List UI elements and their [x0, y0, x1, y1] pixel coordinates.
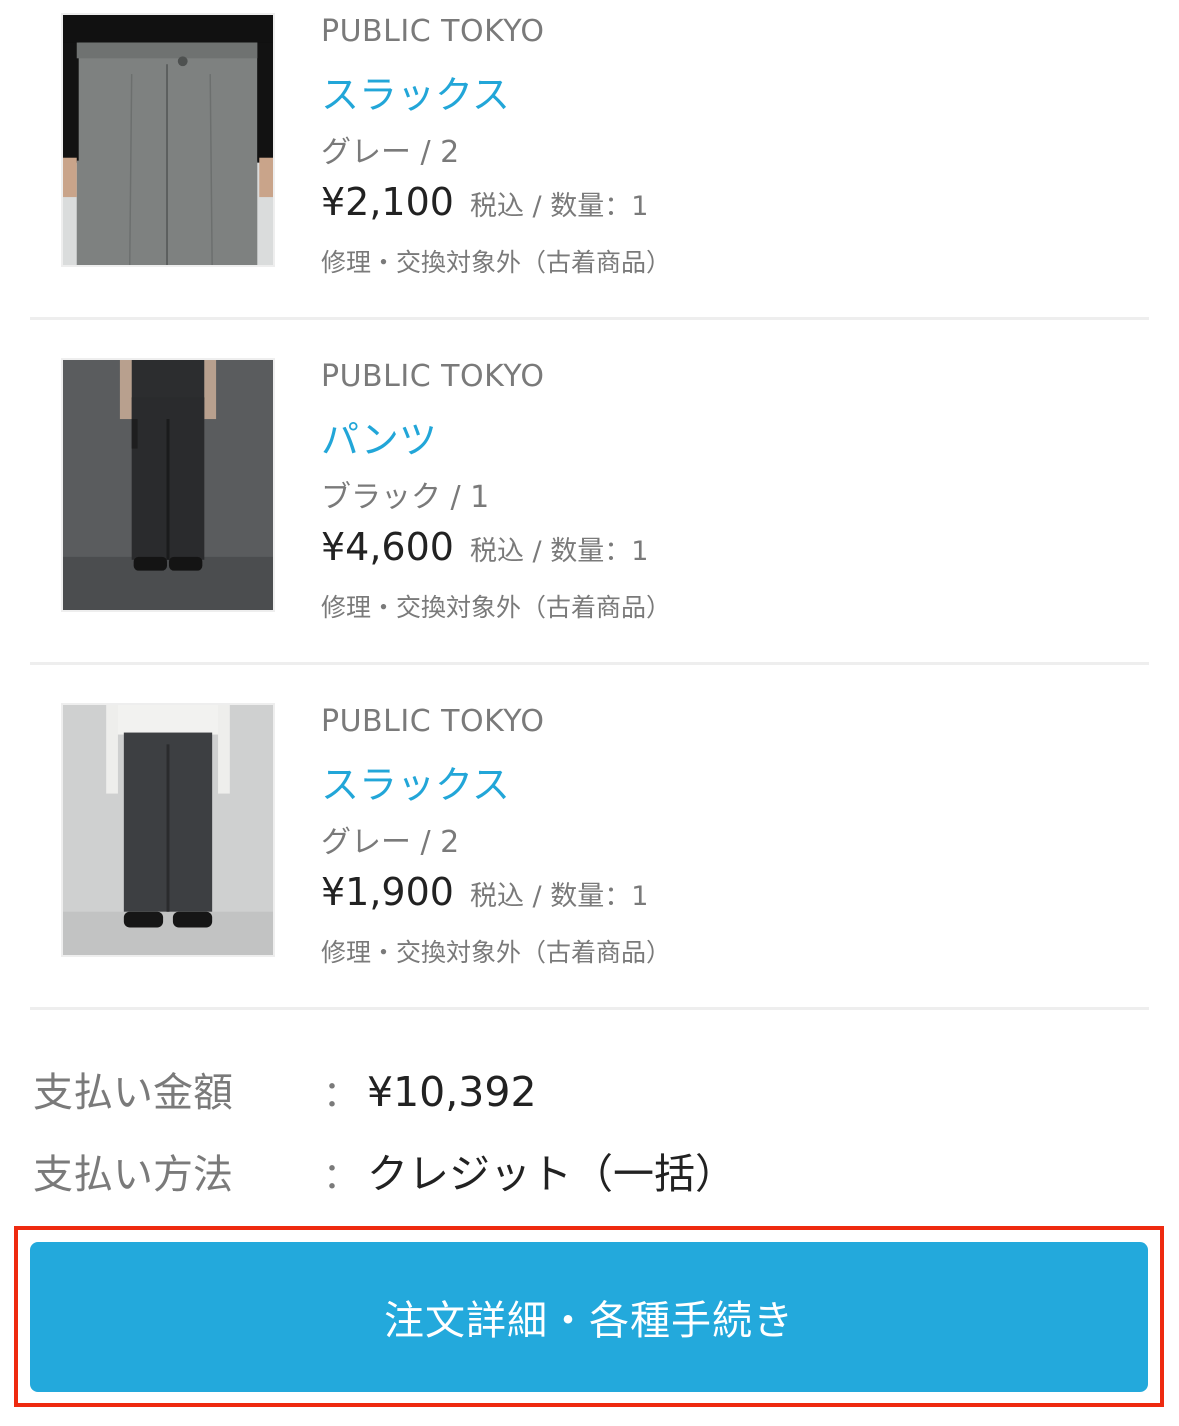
order-details-button-label: 注文詳細・各種手続き	[384, 1298, 794, 1344]
brand-name: PUBLIC TOKYO	[321, 704, 545, 739]
price-meta: 税込 / 数量：1	[469, 191, 649, 222]
price-row: ¥2,100 税込 / 数量：1	[321, 180, 648, 224]
product-image[interactable]	[61, 13, 275, 267]
payment-amount-value: ¥10,392	[367, 1068, 537, 1116]
order-details-button[interactable]: 注文詳細・各種手続き	[30, 1242, 1148, 1392]
product-name-link[interactable]: スラックス	[321, 64, 510, 119]
product-variant: ブラック / 1	[321, 480, 490, 515]
colon: ：	[323, 1156, 360, 1197]
order-item: PUBLIC TOKYO スラックス グレー / 2 ¥2,100 税込 / 数量…	[30, 0, 1149, 305]
product-price: ¥4,600	[321, 525, 454, 569]
colon: ：	[323, 1074, 360, 1115]
brand-name: PUBLIC TOKYO	[321, 359, 545, 394]
payment-method-row: 支払い方法 ：クレジット（一括）	[33, 1140, 736, 1200]
order-item: PUBLIC TOKYO パンツ ブラック / 1 ¥4,600 税込 / 数量：…	[30, 345, 1149, 650]
price-row: ¥4,600 税込 / 数量：1	[321, 525, 648, 569]
product-name-link[interactable]: スラックス	[321, 754, 510, 809]
product-note: 修理・交換対象外（古着商品）	[321, 248, 672, 277]
product-note: 修理・交換対象外（古着商品）	[321, 593, 672, 622]
product-image[interactable]	[61, 358, 275, 612]
divider	[30, 662, 1149, 665]
product-price: ¥2,100	[321, 180, 454, 224]
product-variant: グレー / 2	[321, 825, 460, 860]
price-row: ¥1,900 税込 / 数量：1	[321, 870, 648, 914]
product-image[interactable]	[61, 703, 275, 957]
brand-name: PUBLIC TOKYO	[321, 14, 545, 49]
product-note: 修理・交換対象外（古着商品）	[321, 938, 672, 967]
product-variant: グレー / 2	[321, 135, 460, 170]
payment-method-value: クレジット（一括）	[367, 1150, 737, 1198]
order-item: PUBLIC TOKYO スラックス グレー / 2 ¥1,900 税込 / 数量…	[30, 690, 1149, 995]
price-meta: 税込 / 数量：1	[469, 536, 649, 567]
product-name-link[interactable]: パンツ	[321, 409, 437, 464]
price-meta: 税込 / 数量：1	[469, 881, 649, 912]
divider	[30, 317, 1149, 320]
product-price: ¥1,900	[321, 870, 454, 914]
payment-method-label: 支払い方法	[33, 1152, 233, 1198]
payment-amount-row: 支払い金額 ： ¥10,392	[33, 1060, 537, 1118]
payment-amount-label: 支払い金額	[33, 1070, 233, 1116]
divider	[30, 1007, 1149, 1010]
